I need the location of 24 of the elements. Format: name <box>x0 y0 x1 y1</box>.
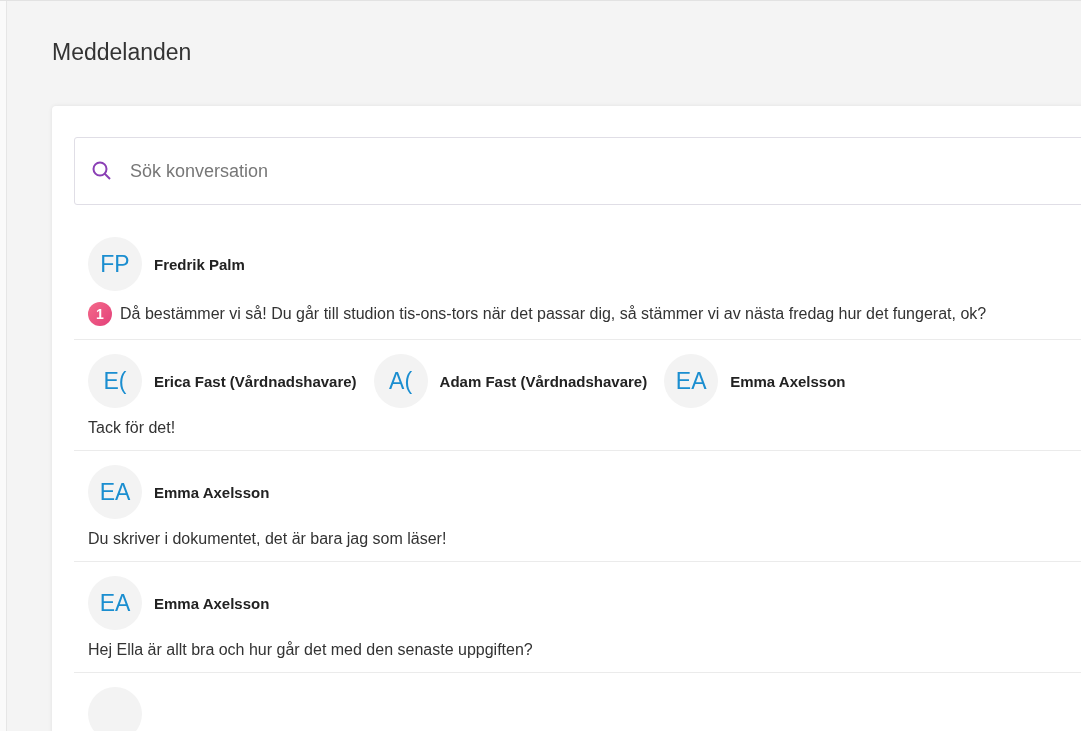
avatar-initials: A( <box>373 354 428 408</box>
avatar-initials: EA <box>88 465 142 519</box>
participant-name: Emma Axelsson <box>154 483 270 501</box>
conversation-item[interactable]: EA Emma Axelsson Hej Ella är allt bra och hur går det med den senaste uppgiften? <box>74 562 1081 673</box>
participant-name: Emma Axelsson <box>730 372 846 390</box>
conversation-item[interactable]: FP Fredrik Palm 1 Då bestämmer vi så! Du går till studion tis-ons-tors när det passar dig, så stämmer vi av nästa fredag hur det fungerat, ok? <box>74 223 1081 340</box>
message-preview: Då bestämmer vi så! Du går till studion tis-ons-tors när det passar dig, så stämmer vi av nästa fredag hur det fungerat, ok? <box>120 305 987 323</box>
page-title: Meddelanden <box>52 39 193 66</box>
participant-name: Emma Axelsson <box>154 594 270 612</box>
search-icon <box>91 160 113 182</box>
conversation-item[interactable]: E( Erica Fast (Vårdnadshavare) A( Adam Fast (Vårdnadshavare) EA Emma Axelsson Tack för det! <box>74 340 1081 451</box>
message-preview: Hej Ella är allt bra och hur går det med den senaste uppgiften? <box>88 641 533 659</box>
avatar-initials: EA <box>88 576 142 630</box>
avatar-initials: E( <box>88 354 142 408</box>
message-preview: Tack för det! <box>88 419 176 437</box>
message-preview: Du skriver i dokumentet, det är bara jag som läser! <box>88 530 447 548</box>
unread-badge: 1 <box>88 302 112 326</box>
avatar-initials: FP <box>88 237 142 291</box>
search-field[interactable]: Sök konversation <box>74 137 1081 205</box>
participant-name: Erica Fast (Vårdnadshavare) <box>154 372 357 390</box>
conversation-item[interactable]: EA Emma Axelsson Du skriver i dokumentet, det är bara jag som läser! <box>74 451 1081 562</box>
avatar-initials: EA <box>664 354 719 408</box>
participant-name: Fredrik Palm <box>154 255 245 273</box>
participant-name: Adam Fast (Vårdnadshavare) <box>439 372 648 390</box>
